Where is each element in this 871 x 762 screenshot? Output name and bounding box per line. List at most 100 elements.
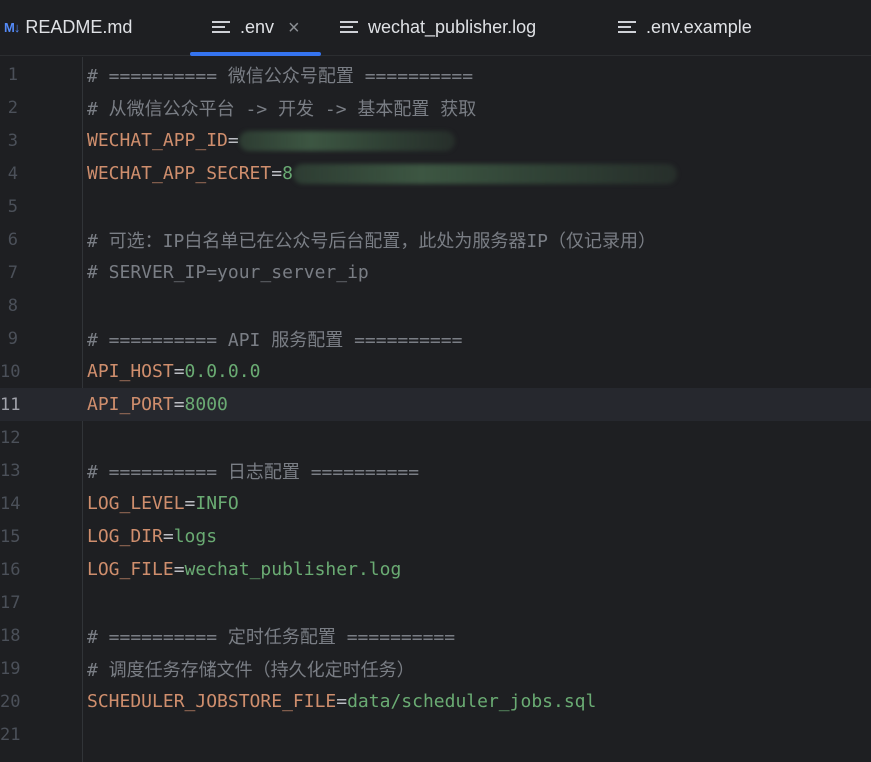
- code-line[interactable]: 7 # SERVER_IP=your_server_ip: [0, 256, 871, 289]
- env-value: INFO: [195, 493, 239, 514]
- code-line[interactable]: 17: [0, 586, 871, 619]
- line-content: # 调度任务存储文件（持久化定时任务）: [87, 656, 415, 682]
- code-line[interactable]: 15 LOG_DIR=logs: [0, 520, 871, 553]
- line-number: 1: [7, 64, 18, 85]
- code-line[interactable]: 12: [0, 421, 871, 454]
- line-content: LOG_LEVEL=INFO: [87, 493, 239, 514]
- comment-text: # ========== 微信公众号配置 ==========: [87, 65, 474, 87]
- line-content: LOG_DIR=logs: [87, 526, 217, 547]
- comment-text: # 调度任务存储文件（持久化定时任务）: [87, 659, 415, 681]
- line-content: API_HOST=0.0.0.0: [87, 361, 260, 382]
- line-content: # 从微信公众平台 -> 开发 -> 基本配置 获取: [87, 95, 476, 121]
- editor-tab-bar: M↓ README.md .env × wechat_publisher.log…: [0, 0, 871, 56]
- code-line[interactable]: 5: [0, 190, 871, 223]
- redacted-value: [292, 164, 677, 184]
- line-number: 8: [7, 295, 18, 316]
- line-content: # ========== 日志配置 ==========: [87, 458, 419, 484]
- line-number: 3: [7, 130, 18, 151]
- code-line[interactable]: 10 API_HOST=0.0.0.0: [0, 355, 871, 388]
- line-number: 12: [0, 427, 21, 448]
- tab-wechat-publisher-log[interactable]: wechat_publisher.log: [340, 0, 536, 55]
- line-number: 17: [0, 592, 21, 613]
- env-value: data/scheduler_jobs.sql: [347, 691, 597, 712]
- code-line[interactable]: 2 # 从微信公众平台 -> 开发 -> 基本配置 获取: [0, 91, 871, 124]
- redacted-value: [238, 131, 455, 151]
- line-number: 11: [0, 394, 21, 415]
- line-content: WECHAT_APP_ID=: [87, 130, 455, 151]
- code-line[interactable]: 21: [0, 718, 871, 751]
- line-content: API_PORT=8000: [87, 394, 228, 415]
- tab-readme[interactable]: M↓ README.md: [4, 0, 132, 55]
- comment-text: # SERVER_IP=your_server_ip: [87, 262, 369, 283]
- line-number: 13: [0, 460, 21, 481]
- line-number: 19: [0, 658, 21, 679]
- line-content: # 可选：IP白名单已在公众号后台配置，此处为服务器IP（仅记录用）: [87, 227, 656, 253]
- text-file-icon: [212, 20, 230, 33]
- code-line[interactable]: 1 # ========== 微信公众号配置 ==========: [0, 58, 871, 91]
- tab-env-example[interactable]: .env.example: [618, 0, 752, 55]
- line-number: 7: [7, 262, 18, 283]
- code-line[interactable]: 18 # ========== 定时任务配置 ==========: [0, 619, 871, 652]
- line-number: 15: [0, 526, 21, 547]
- env-key: WECHAT_APP_SECRET: [87, 163, 272, 184]
- env-key: API_HOST: [87, 361, 174, 382]
- equals-sign: =: [162, 526, 174, 547]
- env-key: SCHEDULER_JOBSTORE_FILE: [87, 691, 337, 712]
- comment-text: # ========== 定时任务配置 ==========: [87, 626, 456, 648]
- tab-label: wechat_publisher.log: [368, 17, 537, 37]
- code-editor[interactable]: 1 # ========== 微信公众号配置 ========== 2 # 从微信公众…: [0, 57, 871, 762]
- line-number: 14: [0, 493, 21, 514]
- line-number: 2: [7, 97, 18, 118]
- close-icon[interactable]: ×: [288, 18, 300, 38]
- env-value: wechat_publisher.log: [184, 559, 402, 580]
- line-number: 16: [0, 559, 21, 580]
- comment-text: # 可选：IP白名单已在公众号后台配置，此处为服务器IP（仅记录用）: [87, 230, 657, 252]
- code-line[interactable]: 3 WECHAT_APP_ID=: [0, 124, 871, 157]
- tab-label: README.md: [25, 17, 133, 37]
- line-number: 9: [7, 328, 18, 349]
- code-line[interactable]: 4 WECHAT_APP_SECRET=8: [0, 157, 871, 190]
- line-number: 20: [0, 691, 21, 712]
- markdown-icon: M↓: [4, 20, 20, 35]
- line-content: # ========== 定时任务配置 ==========: [87, 623, 455, 649]
- code-line[interactable]: 19 # 调度任务存储文件（持久化定时任务）: [0, 652, 871, 685]
- line-content: # ========== 微信公众号配置 ==========: [87, 62, 473, 88]
- env-key: WECHAT_APP_ID: [87, 130, 228, 151]
- env-key: LOG_FILE: [87, 559, 174, 580]
- comment-text: # 从微信公众平台 -> 开发 -> 基本配置 获取: [87, 98, 477, 120]
- line-number: 10: [0, 361, 21, 382]
- tab-label: .env: [240, 17, 275, 37]
- comment-text: # ========== 日志配置 ==========: [87, 461, 420, 483]
- env-value: logs: [173, 526, 218, 547]
- line-number: 6: [7, 229, 18, 250]
- line-content: LOG_FILE=wechat_publisher.log: [87, 559, 401, 580]
- tab-env[interactable]: .env ×: [190, 0, 321, 56]
- code-line[interactable]: 9 # ========== API 服务配置 ==========: [0, 322, 871, 355]
- line-content: SCHEDULER_JOBSTORE_FILE=data/scheduler_j…: [87, 691, 596, 712]
- code-line[interactable]: 13 # ========== 日志配置 ==========: [0, 454, 871, 487]
- equals-sign: =: [173, 394, 185, 415]
- line-number: 21: [0, 724, 21, 745]
- line-number: 4: [7, 163, 18, 184]
- code-line[interactable]: 20 SCHEDULER_JOBSTORE_FILE=data/scheduler…: [0, 685, 871, 718]
- env-key: LOG_LEVEL: [87, 493, 185, 514]
- equals-sign: =: [227, 130, 239, 151]
- code-line[interactable]: 11 API_PORT=8000: [0, 388, 871, 421]
- env-key: API_PORT: [87, 394, 174, 415]
- env-key: LOG_DIR: [87, 526, 163, 547]
- comment-text: # ========== API 服务配置 ==========: [87, 329, 463, 351]
- code-line[interactable]: 16 LOG_FILE=wechat_publisher.log: [0, 553, 871, 586]
- text-file-icon: [618, 20, 636, 33]
- equals-sign: =: [173, 361, 185, 382]
- line-number: 18: [0, 625, 21, 646]
- tab-label: .env.example: [646, 17, 752, 37]
- line-number: 5: [7, 196, 18, 217]
- env-value: 0.0.0.0: [184, 361, 261, 382]
- code-line[interactable]: 6 # 可选：IP白名单已在公众号后台配置，此处为服务器IP（仅记录用）: [0, 223, 871, 256]
- line-content: # SERVER_IP=your_server_ip: [87, 262, 369, 283]
- line-content: WECHAT_APP_SECRET=8: [87, 163, 677, 184]
- code-line[interactable]: 14 LOG_LEVEL=INFO: [0, 487, 871, 520]
- env-value: 8000: [184, 394, 228, 415]
- env-value: 8: [282, 163, 293, 184]
- code-line[interactable]: 8: [0, 289, 871, 322]
